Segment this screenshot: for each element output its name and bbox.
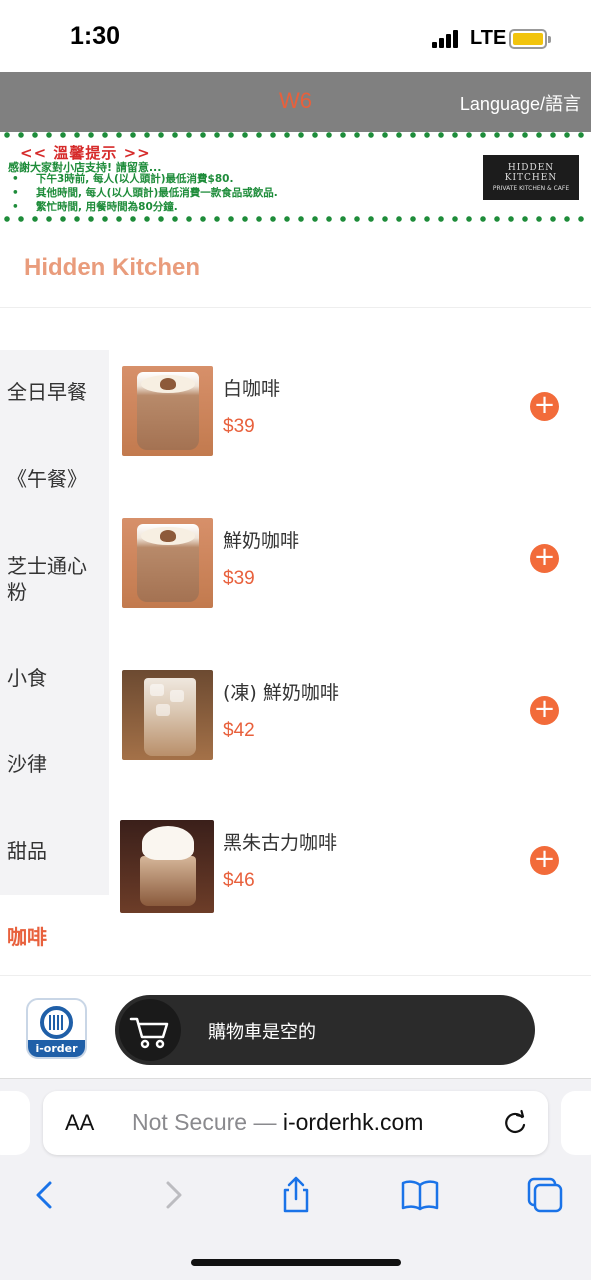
page-settings-button[interactable]: AA — [65, 1110, 94, 1136]
cart-bar[interactable]: 購物車是空的 — [115, 995, 535, 1065]
product-name: 鮮奶咖啡 — [223, 530, 300, 552]
notice-item: 其他時間, 每人(以人頭計)最低消費一款食品或飲品. — [12, 186, 278, 200]
logo-text: HIDDEN KITCHEN — [504, 163, 558, 183]
cellular-signal-icon — [432, 30, 462, 48]
battery-tip — [548, 36, 551, 43]
bookmarks-icon[interactable] — [400, 1175, 440, 1215]
forward-icon[interactable] — [152, 1175, 192, 1215]
category-salad[interactable]: 沙律 — [7, 751, 103, 777]
notice-banner: << 溫馨提示 >> 感謝大家對小店支持! 請留意... 下午3時前, 每人(以… — [0, 132, 591, 224]
category-all-day-breakfast[interactable]: 全日早餐 — [7, 379, 103, 405]
add-to-cart-button[interactable]: + — [530, 846, 559, 875]
browser-toolbar: AA Not Secure — i-orderhk.com — [0, 1078, 591, 1280]
cart-icon[interactable] — [119, 999, 181, 1061]
latte-icon — [122, 518, 213, 608]
battery-icon — [509, 29, 547, 49]
category-coffee[interactable]: 咖啡 — [7, 924, 103, 950]
share-icon[interactable] — [276, 1175, 316, 1215]
status-time: 1:30 — [70, 22, 121, 50]
add-to-cart-button[interactable]: + — [530, 544, 559, 573]
category-sidebar — [0, 350, 109, 895]
dotted-border-bottom — [0, 216, 591, 222]
cart-area: i-order 購物車是空的 — [0, 975, 591, 1078]
product-name: (凍) 鮮奶咖啡 — [223, 682, 339, 704]
add-to-cart-button[interactable]: + — [530, 392, 559, 421]
product-name: 黑朱古力咖啡 — [223, 832, 338, 854]
product-price: $46 — [223, 870, 255, 891]
notice-list: 下午3時前, 每人(以人頭計)最低消費$80. 其他時間, 每人(以人頭計)最低… — [12, 172, 278, 214]
logo-label: i-order — [28, 1040, 85, 1057]
app-header: W6 Language/語言 — [0, 72, 591, 132]
i-order-logo[interactable]: i-order — [26, 998, 87, 1059]
language-button[interactable]: Language/語言 — [460, 90, 581, 116]
status-bar: 1:30 LTE — [0, 0, 591, 72]
back-icon[interactable] — [26, 1175, 66, 1215]
category-lunch[interactable]: 《午餐》 — [7, 466, 103, 492]
category-dessert[interactable]: 甜品 — [7, 838, 103, 864]
tabs-icon[interactable] — [525, 1175, 565, 1215]
add-to-cart-button[interactable]: + — [530, 696, 559, 725]
next-tab-preview[interactable] — [561, 1091, 591, 1155]
not-secure-label: Not Secure — — [132, 1109, 277, 1135]
url-domain: i-orderhk.com — [282, 1109, 424, 1135]
product-item[interactable]: 白咖啡 $39 + — [120, 366, 591, 516]
network-type: LTE — [470, 27, 507, 49]
mocha-icon — [120, 820, 214, 913]
aa-label: AA — [65, 1110, 95, 1135]
product-item[interactable]: 黑朱古力咖啡 $46 + — [120, 820, 591, 970]
iced-coffee-icon — [122, 670, 213, 760]
divider — [0, 307, 591, 308]
url-text[interactable]: Not Secure — i-orderhk.com — [132, 1109, 423, 1136]
logo-subtext: PRIVATE KITCHEN & CAFE — [492, 185, 570, 192]
product-price: $42 — [223, 720, 255, 741]
hidden-kitchen-logo: HIDDEN KITCHEN PRIVATE KITCHEN & CAFE — [483, 155, 579, 200]
notice-item: 繁忙時間, 用餐時間為80分鐘. — [12, 200, 278, 214]
dotted-border-top — [0, 132, 591, 138]
reload-icon[interactable] — [501, 1109, 529, 1137]
home-indicator — [191, 1259, 401, 1266]
browser-nav-row — [0, 1175, 591, 1215]
cart-status-text: 購物車是空的 — [208, 1022, 316, 1043]
product-name: 白咖啡 — [223, 378, 281, 400]
notice-item: 下午3時前, 每人(以人頭計)最低消費$80. — [12, 172, 278, 186]
product-item[interactable]: 鮮奶咖啡 $39 + — [120, 518, 591, 668]
product-price: $39 — [223, 416, 255, 437]
latte-icon — [122, 366, 213, 456]
category-snacks[interactable]: 小食 — [7, 665, 103, 691]
address-bar[interactable]: AA Not Secure — i-orderhk.com — [43, 1091, 548, 1155]
category-mac-and-cheese[interactable]: 芝士通心粉 — [7, 553, 103, 605]
restaurant-name: Hidden Kitchen — [24, 254, 201, 281]
previous-tab-preview[interactable] — [0, 1091, 30, 1155]
product-item[interactable]: (凍) 鮮奶咖啡 $42 + — [120, 670, 591, 820]
product-price: $39 — [223, 568, 255, 589]
